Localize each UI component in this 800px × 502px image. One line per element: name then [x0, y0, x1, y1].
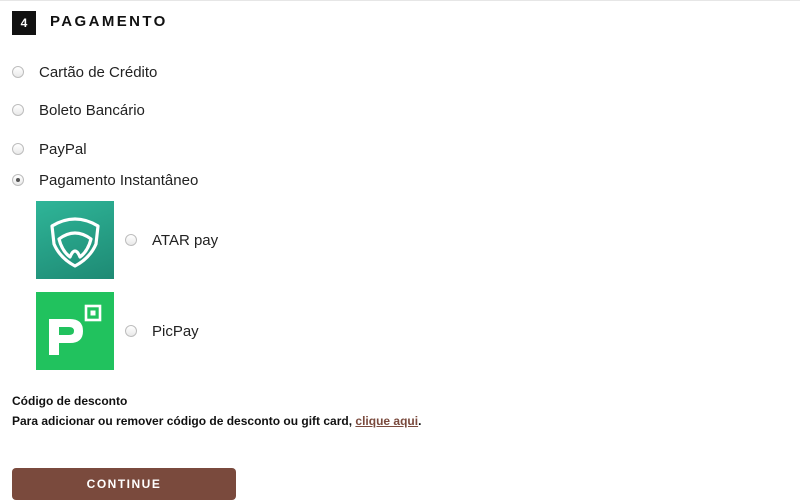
top-divider — [0, 0, 800, 1]
discount-code-text: Para adicionar ou remover código de desc… — [12, 414, 421, 428]
credit-card-label: Cartão de Crédito — [39, 63, 158, 81]
instant-payment-label: Pagamento Instantâneo — [39, 171, 199, 189]
atar-pay-logo-icon — [36, 201, 114, 279]
instant-method-picpay[interactable]: PicPay — [36, 292, 199, 370]
discount-code-title: Código de desconto — [12, 394, 128, 408]
picpay-label: PicPay — [152, 322, 199, 340]
section-title: PAGAMENTO — [50, 13, 168, 30]
picpay-logo-icon — [36, 292, 114, 370]
discount-instructions: Para adicionar ou remover código de desc… — [12, 414, 356, 428]
continue-button[interactable]: CONTINUE — [12, 468, 236, 500]
boleto-radio[interactable] — [12, 104, 24, 116]
instant-method-atar-pay[interactable]: ATAR pay — [36, 201, 218, 279]
payment-option-boleto[interactable]: Boleto Bancário — [12, 100, 145, 120]
instant-payment-radio[interactable] — [12, 174, 24, 186]
atar-pay-radio[interactable] — [125, 234, 137, 246]
paypal-label: PayPal — [39, 140, 87, 158]
payment-option-credit-card[interactable]: Cartão de Crédito — [12, 62, 157, 82]
atar-pay-label: ATAR pay — [152, 231, 219, 249]
payment-option-paypal[interactable]: PayPal — [12, 139, 87, 159]
discount-click-here-link[interactable]: clique aqui — [355, 414, 418, 428]
boleto-label: Boleto Bancário — [39, 101, 145, 119]
paypal-radio[interactable] — [12, 143, 24, 155]
payment-option-instant[interactable]: Pagamento Instantâneo — [12, 170, 198, 190]
credit-card-radio[interactable] — [12, 66, 24, 78]
discount-text-end: . — [418, 414, 422, 428]
step-number-badge: 4 — [12, 11, 36, 35]
picpay-radio[interactable] — [125, 325, 137, 337]
